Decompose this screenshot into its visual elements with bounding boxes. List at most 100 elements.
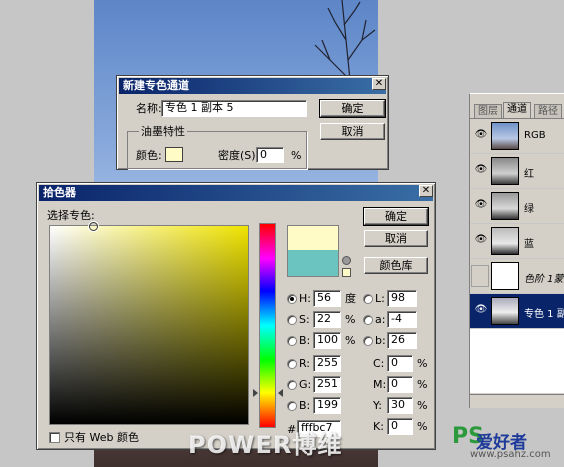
channel-name: RGB (524, 130, 546, 141)
g-radio[interactable] (287, 380, 297, 390)
a-radio[interactable] (363, 315, 373, 325)
site-url: www.psahz.com (470, 449, 551, 460)
hue-slider-right-arrow-icon[interactable] (278, 389, 283, 397)
b-radio[interactable] (287, 336, 297, 346)
close-icon[interactable]: ✕ (372, 78, 386, 90)
solidity-label: 密度(S): (218, 149, 260, 162)
channel-name: 专色 1 副本 5 (524, 309, 564, 320)
color-picker-dialog: 拾色器 ✕ 选择专色: 确定 取消 颜色库 H: 56 度 S: 22 % B:… (36, 182, 436, 450)
channels-panel: 图层 通道 路径 👁 RGB 👁 红 👁 绿 👁 蓝 色阶 1蒙版 (469, 93, 564, 408)
c-unit: % (417, 357, 428, 370)
tab-layers[interactable]: 图层 (474, 104, 502, 118)
m-input[interactable]: 0 (387, 376, 413, 393)
web-safe-swatch[interactable] (342, 268, 351, 277)
blue-input[interactable]: 199 (313, 397, 341, 414)
a-label: a: (375, 313, 386, 326)
only-web-colors-checkbox[interactable] (49, 432, 60, 443)
g-label: G: (299, 378, 312, 391)
m-label: M: (373, 378, 387, 391)
lab-b-input[interactable]: 26 (387, 332, 417, 349)
lab-b-label: b: (375, 334, 386, 347)
channel-thumbnail (491, 227, 519, 255)
ok-button[interactable]: 确定 (363, 207, 429, 226)
eye-icon[interactable]: 👁 (474, 130, 488, 140)
l-label: L: (375, 292, 385, 305)
l-input[interactable]: 98 (387, 290, 417, 307)
channel-name-input[interactable]: 专色 1 副本 5 (161, 100, 307, 117)
channel-list: 👁 RGB 👁 红 👁 绿 👁 蓝 色阶 1蒙版 👁 专色 1 副本 5 (470, 118, 564, 393)
color-cursor[interactable] (89, 222, 98, 231)
channel-row-red[interactable]: 👁 红 (470, 154, 564, 189)
r-input[interactable]: 255 (313, 355, 341, 372)
only-web-colors-label: 只有 Web 颜色 (64, 431, 139, 444)
l-radio[interactable] (363, 294, 373, 304)
current-color-swatch[interactable] (287, 250, 339, 277)
m-unit: % (417, 378, 428, 391)
s-unit: % (345, 313, 356, 326)
select-spot-label: 选择专色: (47, 209, 95, 222)
s-input[interactable]: 22 (313, 311, 341, 328)
blue-label: B: (299, 399, 311, 412)
channel-name: 蓝 (524, 239, 534, 250)
eye-icon[interactable]: 👁 (474, 165, 488, 175)
channel-thumbnail (491, 192, 519, 220)
picker-title: 拾色器 (39, 185, 433, 201)
channel-name: 色阶 1蒙版 (524, 274, 564, 285)
dialog-title: 新建专色通道 (119, 78, 386, 94)
group-title: 油墨特性 (139, 125, 187, 139)
k-unit: % (417, 420, 428, 433)
h-radio[interactable] (287, 294, 297, 304)
cancel-button[interactable]: 取消 (364, 230, 428, 247)
channel-name: 绿 (524, 204, 534, 215)
channel-thumbnail (491, 122, 519, 150)
eye-icon[interactable]: 👁 (474, 305, 488, 315)
ink-color-swatch[interactable] (165, 147, 183, 162)
ok-button[interactable]: 确定 (319, 99, 386, 118)
r-radio[interactable] (287, 359, 297, 369)
tab-paths[interactable]: 路径 (534, 104, 562, 118)
b-unit: % (345, 334, 356, 347)
s-label: S: (299, 313, 310, 326)
name-label: 名称: (136, 102, 162, 115)
channel-thumbnail (491, 157, 519, 185)
web-safe-warning-icon[interactable] (342, 256, 351, 265)
k-input[interactable]: 0 (387, 418, 413, 435)
blue-radio[interactable] (287, 401, 297, 411)
h-label: H: (299, 292, 311, 305)
color-label: 颜色: (136, 149, 162, 162)
eye-icon[interactable]: 👁 (474, 235, 488, 245)
h-input[interactable]: 56 (313, 290, 341, 307)
solidity-input[interactable]: 0 (256, 147, 284, 163)
b-label: B: (299, 334, 311, 347)
solidity-unit: % (291, 149, 302, 162)
eye-icon[interactable]: 👁 (474, 200, 488, 210)
lab-b-radio[interactable] (363, 336, 373, 346)
channel-row-green[interactable]: 👁 绿 (470, 189, 564, 224)
h-unit: 度 (345, 292, 356, 305)
k-label: K: (373, 420, 384, 433)
tab-channels[interactable]: 通道 (503, 102, 531, 118)
b-input[interactable]: 100 (313, 332, 341, 349)
a-input[interactable]: -4 (387, 311, 417, 328)
cancel-button[interactable]: 取消 (320, 123, 385, 140)
channel-row-levels-mask[interactable]: 色阶 1蒙版 (470, 259, 564, 294)
visibility-toggle-empty[interactable] (471, 265, 489, 287)
channel-row-spot-copy[interactable]: 👁 专色 1 副本 5 (470, 294, 564, 329)
hue-slider-left-arrow-icon[interactable] (253, 389, 258, 397)
c-input[interactable]: 0 (387, 355, 413, 372)
power-watermark: POWER博维 (188, 431, 343, 459)
channel-thumbnail (491, 297, 519, 325)
y-input[interactable]: 30 (387, 397, 413, 414)
color-libraries-button[interactable]: 颜色库 (364, 257, 428, 274)
g-input[interactable]: 251 (313, 376, 341, 393)
channel-row-blue[interactable]: 👁 蓝 (470, 224, 564, 259)
close-icon[interactable]: ✕ (419, 185, 433, 197)
y-label: Y: (373, 399, 382, 412)
new-color-swatch (287, 225, 339, 250)
s-radio[interactable] (287, 315, 297, 325)
channel-row-rgb[interactable]: 👁 RGB (470, 119, 564, 154)
hue-slider[interactable] (259, 223, 276, 428)
channel-thumbnail (491, 262, 519, 290)
y-unit: % (417, 399, 428, 412)
saturation-brightness-field[interactable] (49, 225, 249, 425)
